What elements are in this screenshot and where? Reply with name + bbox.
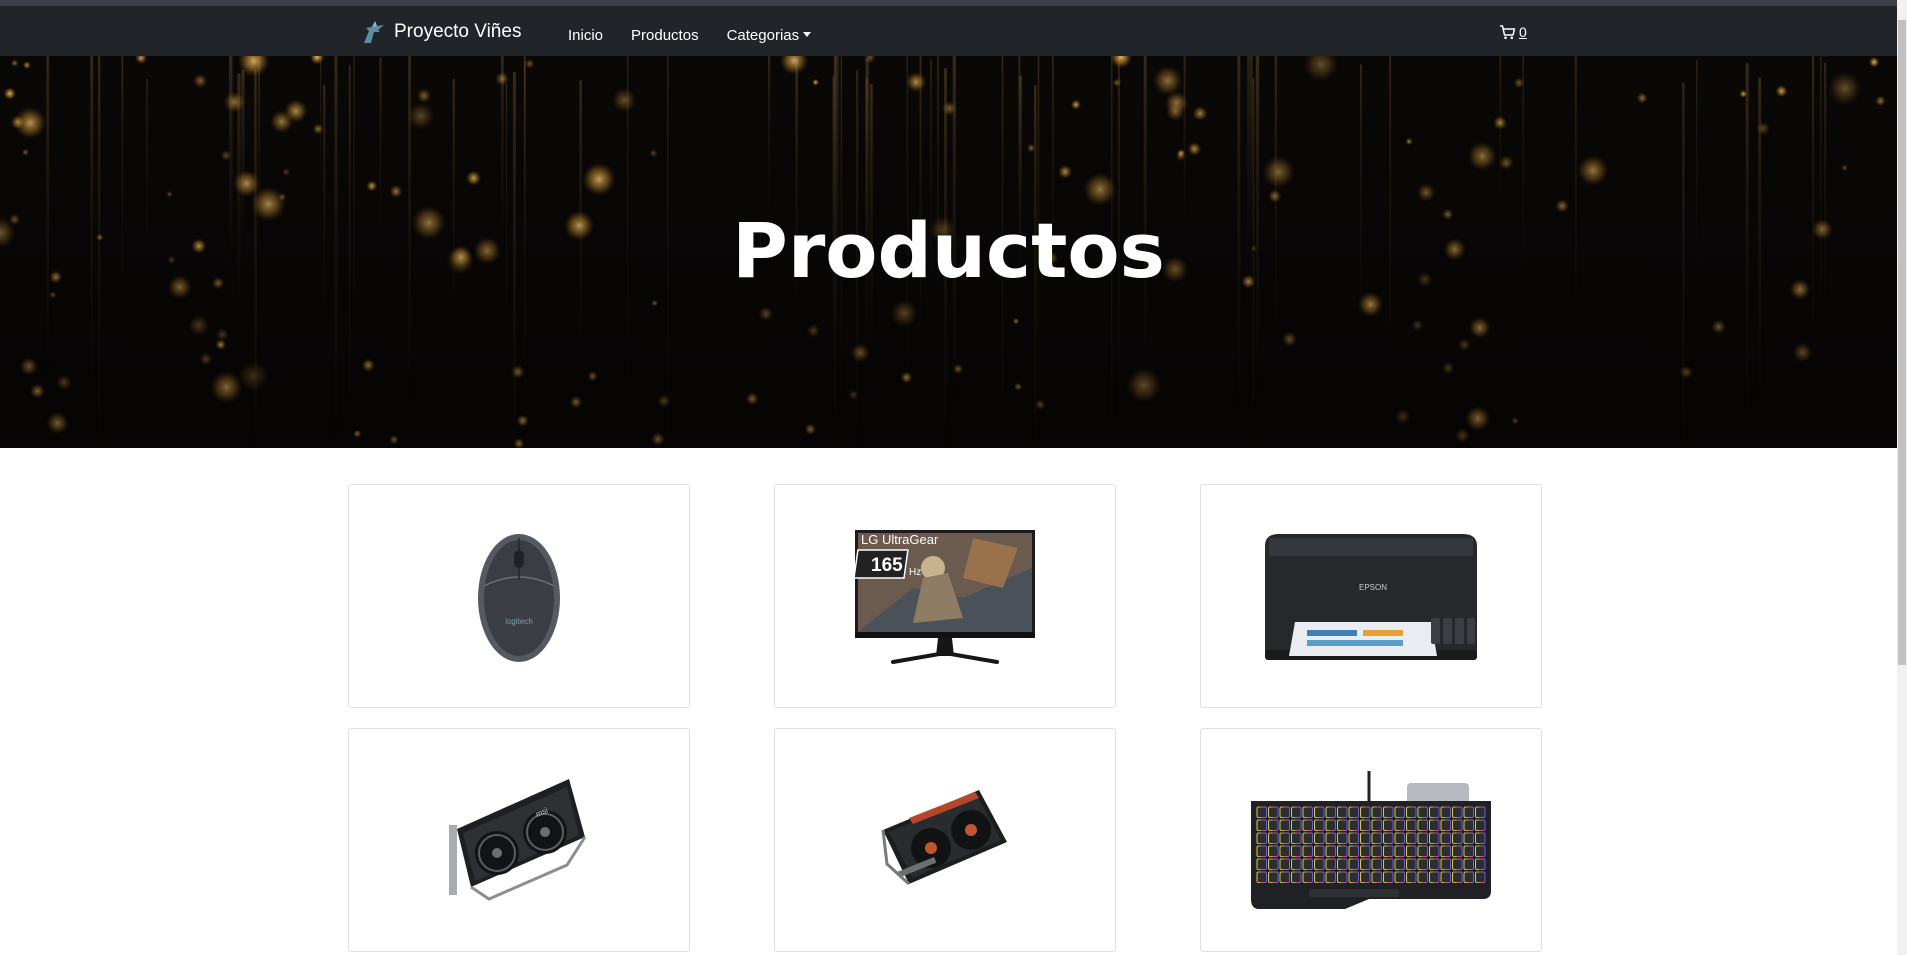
nav-links: Inicio Productos Categorias [554, 20, 825, 51]
cart-count: 0 [1519, 24, 1527, 40]
brand-link[interactable]: Proyecto Viñes [360, 18, 521, 46]
scrollbar-thumb[interactable] [1898, 20, 1906, 665]
page-scrollbar[interactable] [1897, 0, 1907, 955]
cart-link[interactable]: 0 [1499, 24, 1527, 40]
nav-dropdown-label: Categorias [726, 27, 800, 44]
caret-down-icon [803, 32, 812, 38]
monitor-badge-text: 165 [871, 555, 903, 576]
printer-image: EPSON [1265, 534, 1477, 660]
graphics-card-image [881, 790, 1007, 886]
mouse-brand-text: logitech [505, 617, 533, 626]
keyboard-image [1251, 771, 1491, 909]
cart-icon [1500, 25, 1516, 40]
product-card-monitor[interactable]: LG UltraGear 165 Hz [774, 484, 1116, 708]
page-title: Productos [732, 206, 1165, 295]
product-card-printer[interactable]: EPSON [1200, 484, 1542, 708]
mouse-image: logitech [478, 534, 560, 662]
nav-dropdown-categorias[interactable]: Categorias [713, 20, 826, 51]
product-card-mouse[interactable]: logitech [348, 484, 690, 708]
hero-banner: Productos [0, 56, 1897, 448]
brand-logo-icon [364, 21, 384, 43]
product-card-graphics-card-2[interactable] [774, 728, 1116, 952]
nav-link-inicio[interactable]: Inicio [554, 20, 617, 51]
navbar: Proyecto Viñes Inicio Productos Categori… [0, 6, 1897, 56]
monitor-brand-text: LG UltraGear [861, 532, 939, 547]
product-card-keyboard[interactable] [1200, 728, 1542, 952]
monitor-image: LG UltraGear 165 Hz [853, 530, 1035, 664]
product-card-graphics-card-1[interactable]: msi [348, 728, 690, 952]
nav-link-productos[interactable]: Productos [617, 20, 713, 51]
monitor-badge-unit: Hz [909, 567, 921, 578]
printer-brand-text: EPSON [1359, 583, 1387, 592]
graphics-card-image: msi [449, 779, 587, 901]
brand-name: Proyecto Viñes [394, 21, 522, 42]
